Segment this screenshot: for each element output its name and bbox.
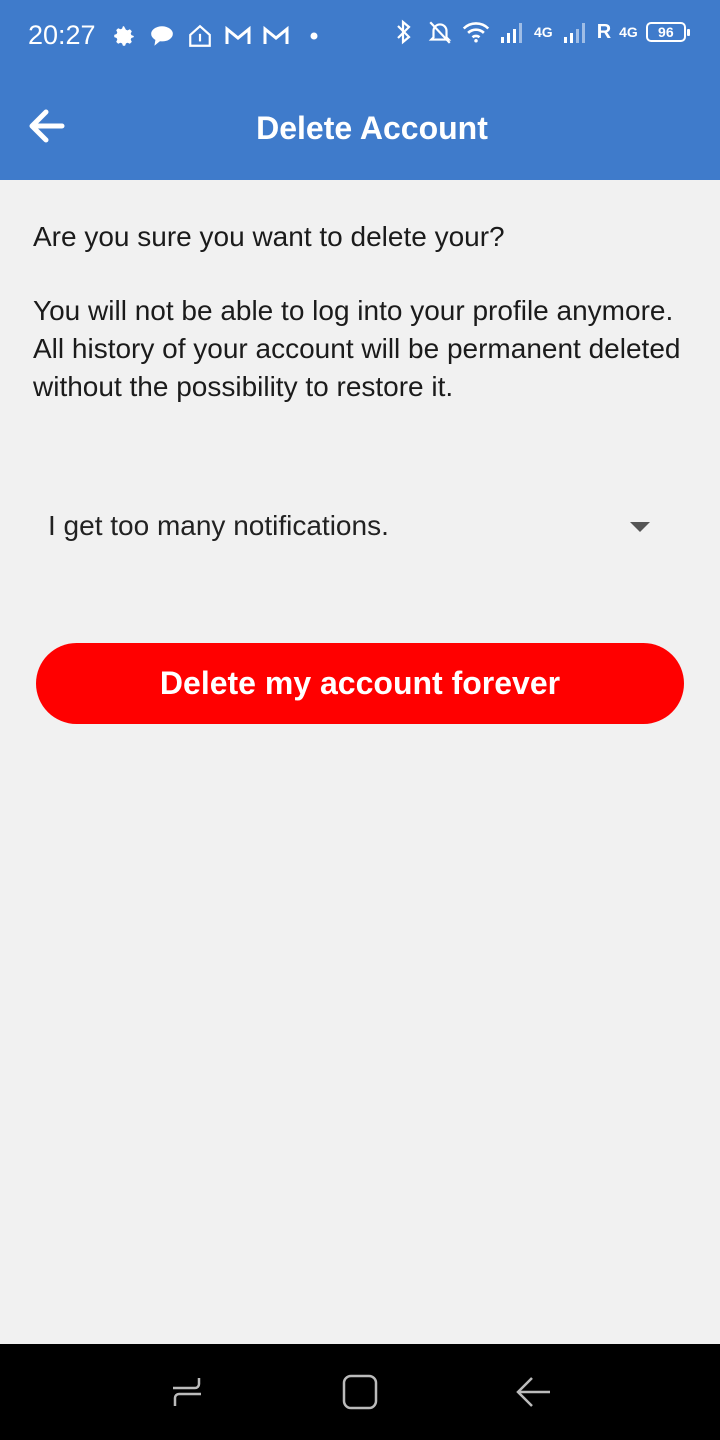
content-area: Are you sure you want to delete your? Yo… <box>33 218 693 406</box>
chat-bubble-icon <box>148 22 176 50</box>
dropdown-arrow-icon <box>630 522 650 532</box>
page-title: Delete Account <box>256 110 488 146</box>
signal-strength-icon-2 <box>561 18 589 46</box>
wifi-icon <box>462 18 490 46</box>
delete-account-button[interactable]: Delete my account forever <box>36 643 684 724</box>
network-type-label: 4G <box>534 24 553 40</box>
mute-bell-icon <box>426 18 454 46</box>
status-bar: 20:27 4G R 4G 96 <box>0 0 720 72</box>
back-icon <box>516 1377 550 1407</box>
network-type-label-2: 4G <box>619 24 638 40</box>
roaming-label: R <box>596 20 612 43</box>
gmail-icon <box>224 22 252 50</box>
notification-icons <box>110 22 328 50</box>
gmail-icon-2 <box>262 22 290 50</box>
more-notifications-dot-icon <box>300 22 328 50</box>
recents-icon <box>173 1378 201 1406</box>
recents-button[interactable] <box>167 1372 207 1412</box>
bluetooth-icon <box>390 18 418 46</box>
reason-dropdown[interactable]: I get too many notifications. <box>48 506 660 552</box>
home-button[interactable] <box>340 1372 380 1412</box>
home-info-icon <box>186 22 214 50</box>
system-icons: 4G R 4G 96 <box>390 18 690 46</box>
status-time: 20:27 <box>28 20 96 50</box>
system-nav-bar <box>0 1344 720 1440</box>
warning-text: You will not be able to log into your pr… <box>33 295 681 402</box>
reason-dropdown-value: I get too many notifications. <box>48 510 389 541</box>
nav-back-button[interactable] <box>514 1372 554 1412</box>
app-bar: 20:27 4G R 4G 96 Delete Account <box>0 0 720 180</box>
battery-indicator: 96 <box>645 22 690 42</box>
signal-strength-icon <box>498 18 526 46</box>
home-icon <box>342 1374 378 1410</box>
settings-gear-icon <box>110 22 138 50</box>
confirmation-question: Are you sure you want to delete your? <box>33 221 505 252</box>
